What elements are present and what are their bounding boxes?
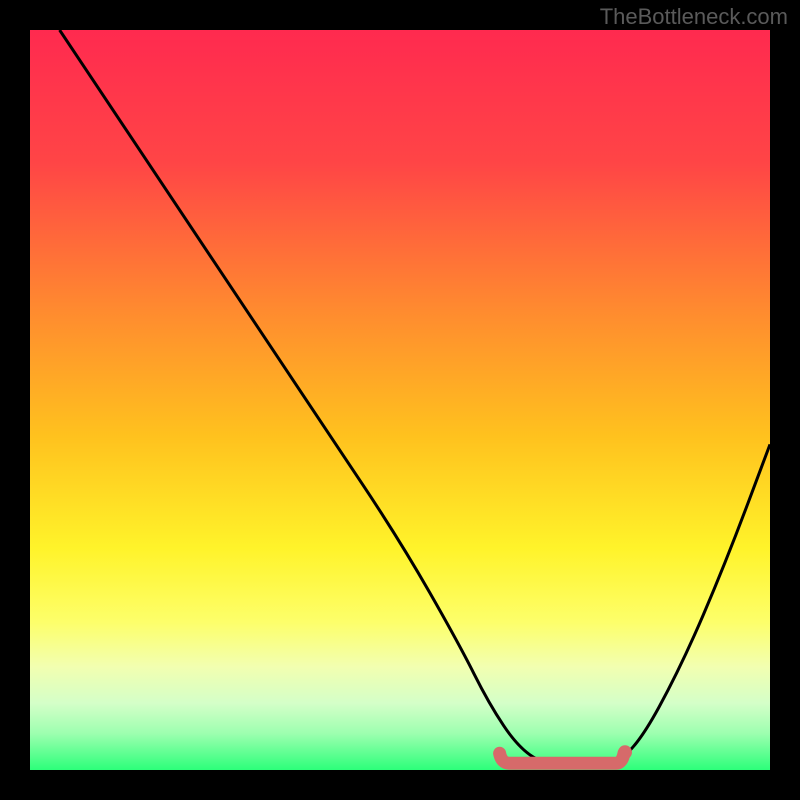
bottleneck-chart-svg — [30, 30, 770, 770]
watermark-text: TheBottleneck.com — [600, 4, 788, 30]
chart-background — [30, 30, 770, 770]
zone-end-dot — [618, 745, 632, 759]
chart-plot-area — [30, 30, 770, 770]
